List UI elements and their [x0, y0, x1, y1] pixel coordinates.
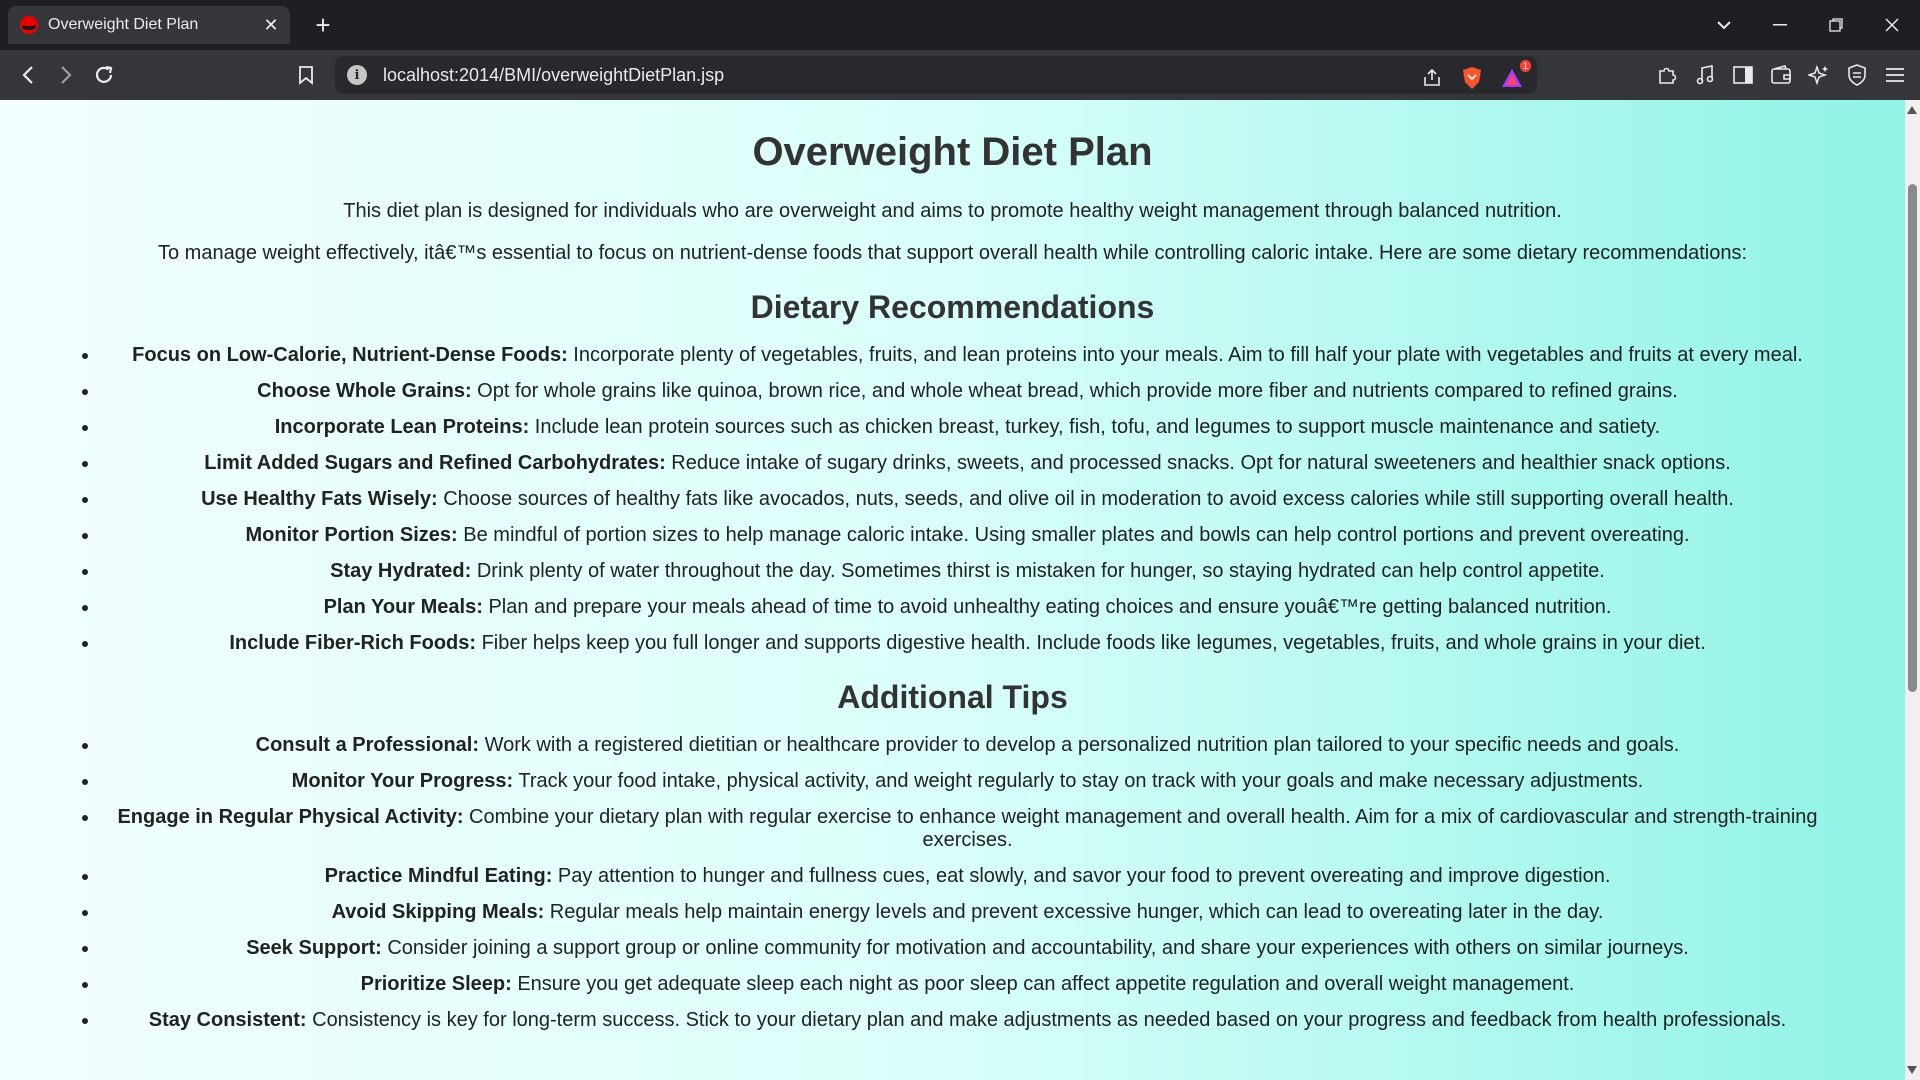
- item-label: Plan Your Meals:: [323, 596, 483, 618]
- list-item: Avoid Skipping Meals: Regular meals help…: [100, 901, 1835, 924]
- list-item: Consult a Professional: Work with a regi…: [100, 734, 1835, 757]
- forward-arrow-icon[interactable]: [48, 57, 84, 93]
- bookmark-icon[interactable]: [288, 57, 324, 93]
- item-text: Consider joining a support group or onli…: [381, 937, 1689, 959]
- brave-rewards-icon[interactable]: 1: [1499, 60, 1531, 96]
- page-scrollbar[interactable]: [1905, 100, 1920, 1080]
- media-music-icon[interactable]: [1692, 57, 1718, 93]
- item-text: Incorporate plenty of vegetables, fruits…: [567, 344, 1803, 366]
- list-item: Monitor Your Progress: Track your food i…: [100, 770, 1835, 793]
- list-item: Choose Whole Grains: Opt for whole grain…: [100, 380, 1835, 403]
- item-text: Fiber helps keep you full longer and sup…: [476, 632, 1706, 654]
- item-label: Prioritize Sleep:: [360, 973, 512, 995]
- tips-list: Consult a Professional: Work with a regi…: [30, 734, 1875, 1032]
- item-text: Consistency is key for long-term success…: [306, 1009, 1787, 1031]
- url-text[interactable]: localhost:2014/BMI/overweightDietPlan.js…: [383, 65, 724, 86]
- tips-heading: Additional Tips: [837, 679, 1068, 715]
- list-item: Engage in Regular Physical Activity: Com…: [100, 806, 1835, 852]
- rewards-notification-badge: 1: [1520, 60, 1531, 72]
- site-info-icon[interactable]: i: [347, 65, 367, 85]
- item-label: Incorporate Lean Proteins:: [274, 416, 530, 438]
- recommendations-list: Focus on Low-Calorie, Nutrient-Dense Foo…: [30, 344, 1875, 655]
- leo-ai-sparkle-icon[interactable]: [1806, 57, 1832, 93]
- page-viewport: Overweight Diet Plan This diet plan is d…: [0, 100, 1905, 1080]
- item-text: Choose sources of healthy fats like avoc…: [437, 488, 1734, 510]
- list-item: Monitor Portion Sizes: Be mindful of por…: [100, 524, 1835, 547]
- list-item: Incorporate Lean Proteins: Include lean …: [100, 416, 1835, 439]
- item-label: Monitor Portion Sizes:: [245, 524, 458, 546]
- item-label: Include Fiber-Rich Foods:: [229, 632, 477, 654]
- item-text: Pay attention to hunger and fullness cue…: [552, 865, 1611, 887]
- recommendations-heading: Dietary Recommendations: [750, 289, 1155, 325]
- scroll-up-arrow-icon[interactable]: [1907, 106, 1917, 114]
- restore-button[interactable]: [1808, 0, 1864, 50]
- browser-toolbar: i localhost:2014/BMI/overweightDietPlan.…: [0, 50, 1920, 100]
- item-label: Use Healthy Fats Wisely:: [201, 488, 438, 510]
- close-window-button[interactable]: [1864, 0, 1920, 50]
- list-item: Prioritize Sleep: Ensure you get adequat…: [100, 973, 1835, 996]
- tab-close-icon[interactable]: ✕: [258, 12, 284, 38]
- item-label: Avoid Skipping Meals:: [331, 901, 545, 923]
- back-arrow-icon[interactable]: [10, 57, 46, 93]
- window-controls: [1696, 0, 1920, 50]
- list-item: Limit Added Sugars and Refined Carbohydr…: [100, 452, 1835, 475]
- vpn-shield-icon[interactable]: [1844, 57, 1870, 93]
- intro-paragraph: This diet plan is designed for individua…: [343, 200, 1562, 222]
- item-label: Engage in Regular Physical Activity:: [117, 806, 464, 828]
- item-label: Choose Whole Grains:: [257, 380, 472, 402]
- address-bar-actions: 1: [1419, 60, 1531, 96]
- reload-icon[interactable]: [86, 57, 122, 93]
- intro-paragraph-2: To manage weight effectively, itâ€™s ess…: [158, 242, 1747, 264]
- list-item: Seek Support: Consider joining a support…: [100, 937, 1835, 960]
- item-text: Regular meals help maintain energy level…: [544, 901, 1604, 923]
- item-text: Plan and prepare your meals ahead of tim…: [482, 596, 1612, 618]
- sidebar-toggle-icon[interactable]: [1730, 57, 1756, 93]
- list-item: Use Healthy Fats Wisely: Choose sources …: [100, 488, 1835, 511]
- list-item: Stay Hydrated: Drink plenty of water thr…: [100, 560, 1835, 583]
- extensions-puzzle-icon[interactable]: [1654, 57, 1680, 93]
- tab-strip: Overweight Diet Plan ✕ +: [0, 0, 1920, 50]
- list-item: Focus on Low-Calorie, Nutrient-Dense Foo…: [100, 344, 1835, 367]
- toolbar-actions: [1654, 57, 1908, 93]
- item-text: Be mindful of portion sizes to help mana…: [457, 524, 1690, 546]
- item-label: Focus on Low-Calorie, Nutrient-Dense Foo…: [132, 344, 568, 366]
- item-label: Stay Consistent:: [148, 1009, 307, 1031]
- active-tab[interactable]: Overweight Diet Plan ✕: [8, 6, 290, 44]
- item-text: Work with a registered dietitian or heal…: [479, 734, 1680, 756]
- page-content: Overweight Diet Plan This diet plan is d…: [0, 130, 1905, 1032]
- address-bar[interactable]: i localhost:2014/BMI/overweightDietPlan.…: [335, 56, 1537, 94]
- item-text: Track your food intake, physical activit…: [513, 770, 1644, 792]
- item-text: Opt for whole grains like quinoa, brown …: [471, 380, 1678, 402]
- item-label: Monitor Your Progress:: [291, 770, 514, 792]
- list-item: Plan Your Meals: Plan and prepare your m…: [100, 596, 1835, 619]
- tab-search-chevron-icon[interactable]: [1696, 0, 1752, 50]
- item-text: Reduce intake of sugary drinks, sweets, …: [665, 452, 1731, 474]
- new-tab-button[interactable]: +: [308, 10, 338, 40]
- item-label: Limit Added Sugars and Refined Carbohydr…: [204, 452, 666, 474]
- page-title: Overweight Diet Plan: [752, 130, 1153, 174]
- item-text: Ensure you get adequate sleep each night…: [511, 973, 1575, 995]
- item-label: Seek Support:: [246, 937, 382, 959]
- item-label: Stay Hydrated:: [330, 560, 472, 582]
- item-label: Consult a Professional:: [255, 734, 480, 756]
- tab-title: Overweight Diet Plan: [48, 16, 199, 33]
- menu-hamburger-icon[interactable]: [1882, 57, 1908, 93]
- share-icon[interactable]: [1419, 60, 1445, 96]
- item-label: Practice Mindful Eating:: [324, 865, 553, 887]
- item-text: Drink plenty of water throughout the day…: [471, 560, 1605, 582]
- brave-shields-icon[interactable]: [1459, 60, 1485, 96]
- scrollbar-thumb[interactable]: [1908, 184, 1917, 692]
- item-text: Include lean protein sources such as chi…: [529, 416, 1661, 438]
- wallet-icon[interactable]: [1768, 57, 1794, 93]
- list-item: Stay Consistent: Consistency is key for …: [100, 1009, 1835, 1032]
- item-text: Combine your dietary plan with regular e…: [463, 806, 1818, 851]
- redhat-favicon-icon: [20, 16, 38, 34]
- list-item: Include Fiber-Rich Foods: Fiber helps ke…: [100, 632, 1835, 655]
- minimize-button[interactable]: [1752, 0, 1808, 50]
- scroll-down-arrow-icon[interactable]: [1907, 1066, 1917, 1074]
- list-item: Practice Mindful Eating: Pay attention t…: [100, 865, 1835, 888]
